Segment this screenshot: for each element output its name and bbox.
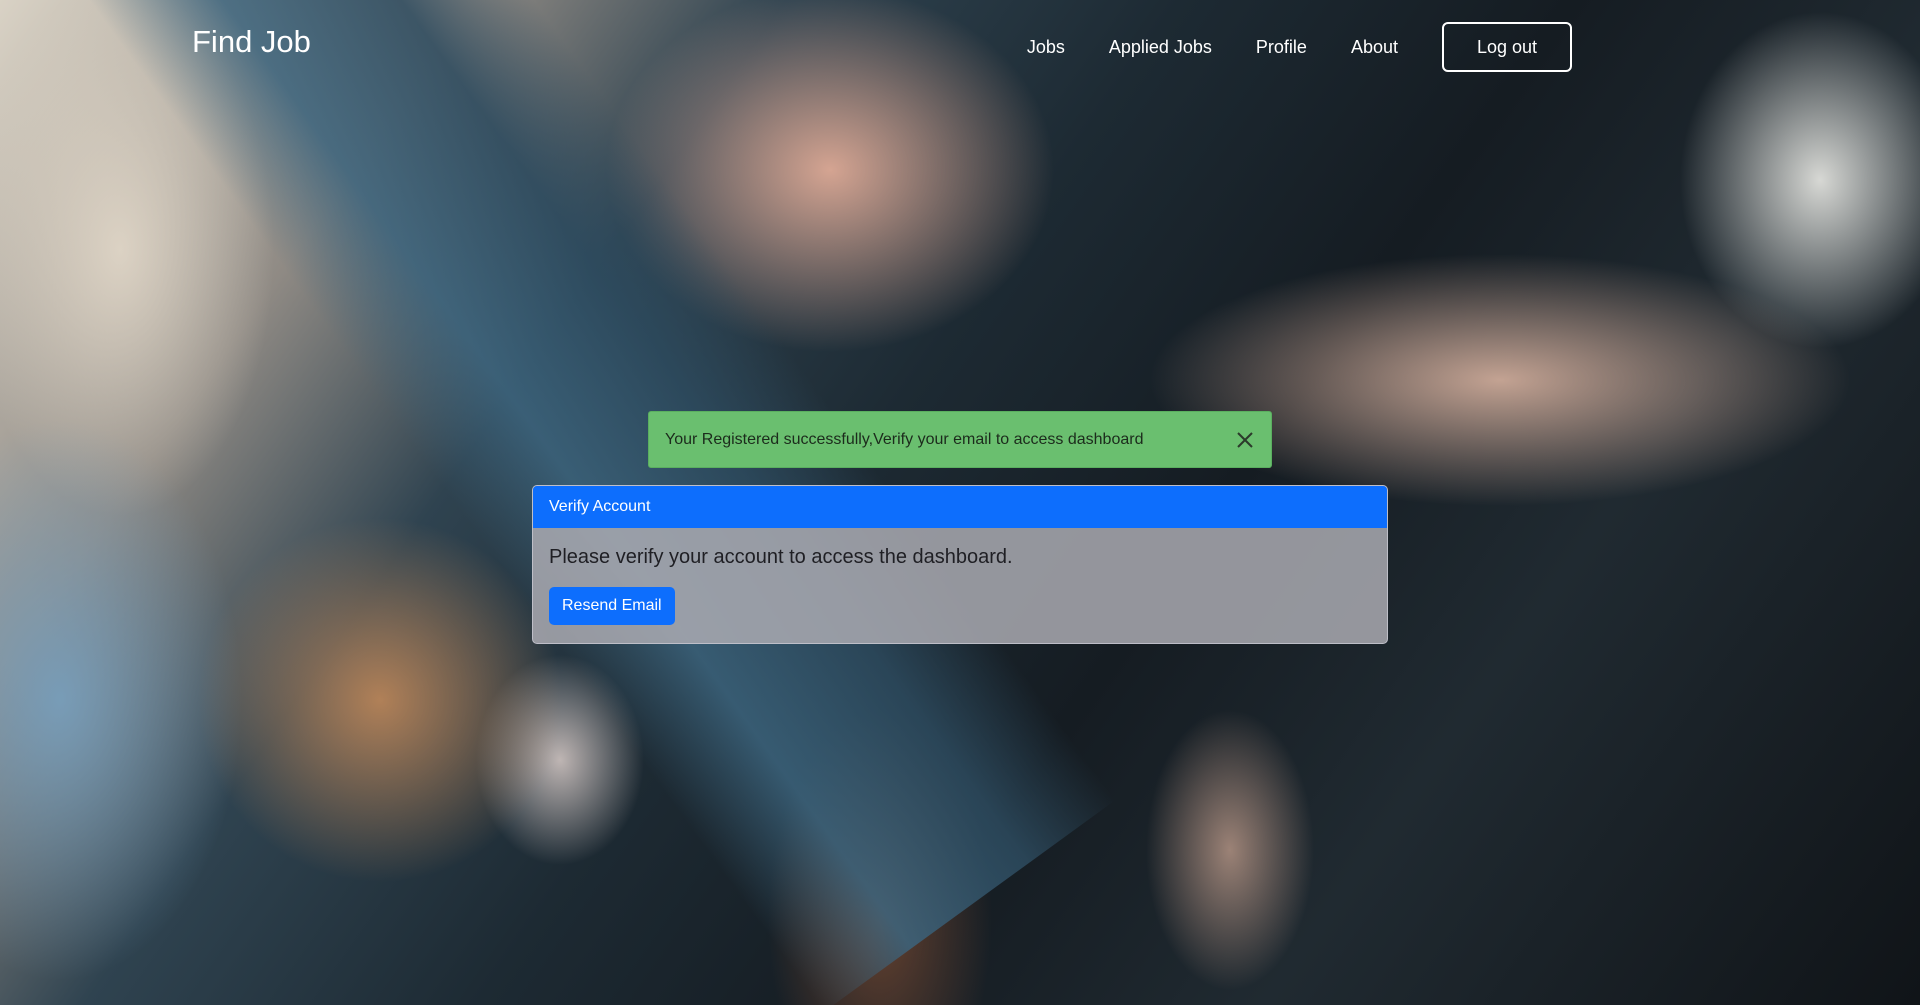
nav-link-profile[interactable]: Profile xyxy=(1256,22,1307,72)
verify-account-card: Verify Account Please verify your accoun… xyxy=(532,485,1388,644)
nav-link-about[interactable]: About xyxy=(1351,22,1398,72)
card-body: Please verify your account to access the… xyxy=(533,528,1387,639)
brand-logo[interactable]: Find Job xyxy=(192,24,311,60)
card-text: Please verify your account to access the… xyxy=(549,546,1013,568)
logout-button[interactable]: Log out xyxy=(1442,22,1572,72)
close-icon xyxy=(1237,431,1253,448)
nav-link-jobs[interactable]: Jobs xyxy=(1027,22,1065,72)
nav-link-applied-jobs[interactable]: Applied Jobs xyxy=(1109,22,1212,72)
resend-email-button[interactable]: Resend Email xyxy=(549,587,675,625)
navbar: Find Job Jobs Applied Jobs Profile About… xyxy=(0,0,1920,95)
alert-close-button[interactable] xyxy=(1233,428,1257,452)
nav-links: Jobs Applied Jobs Profile About Log out xyxy=(983,22,1572,72)
card-header: Verify Account xyxy=(533,486,1387,528)
page-background: Find Job Jobs Applied Jobs Profile About… xyxy=(0,0,1920,1005)
success-alert: Your Registered successfully,Verify your… xyxy=(648,411,1272,468)
alert-message: Your Registered successfully,Verify your… xyxy=(665,430,1144,448)
